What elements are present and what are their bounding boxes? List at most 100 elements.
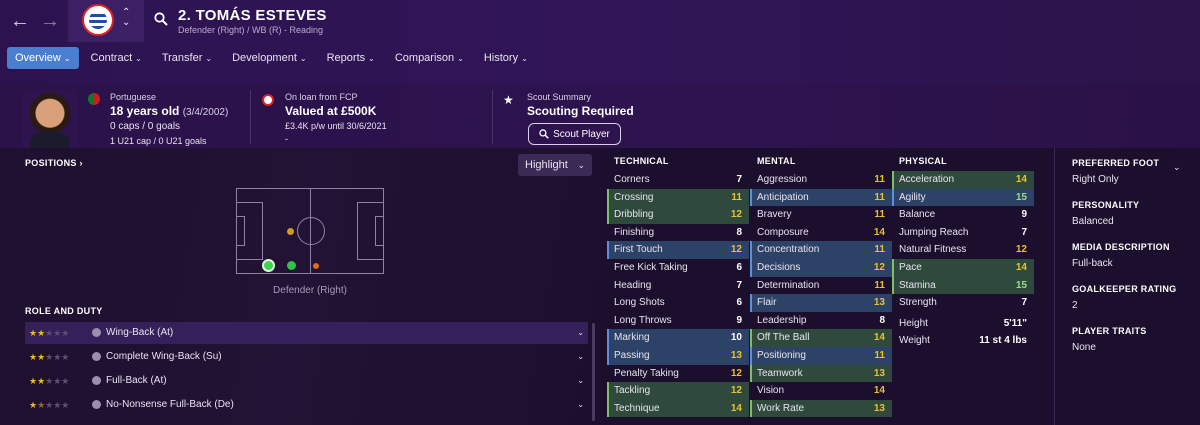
physical-column: PHYSICAL Acceleration 14 Agility 15 Balance 9… bbox=[892, 156, 1034, 350]
attribute-row[interactable]: Aggression 11 bbox=[750, 171, 892, 189]
weight-row-label: Weight bbox=[899, 335, 930, 347]
attribute-value: 7 bbox=[1021, 226, 1027, 238]
forward-arrow-icon[interactable]: → bbox=[40, 10, 60, 33]
attribute-row[interactable]: Finishing 8 bbox=[607, 224, 749, 242]
chevron-down-icon[interactable]: ⌄ bbox=[577, 370, 584, 392]
search-icon[interactable] bbox=[154, 12, 168, 26]
key-attribute-marker bbox=[750, 329, 752, 347]
attribute-row[interactable]: First Touch 12 bbox=[607, 241, 749, 259]
tab-comparison[interactable]: Comparison ⌄ bbox=[387, 47, 472, 69]
attribute-row[interactable]: Flair 13 bbox=[750, 294, 892, 312]
chevron-down-icon: ⌄ bbox=[205, 54, 213, 63]
attribute-row[interactable]: Work Rate 13 bbox=[750, 399, 892, 418]
info-icon[interactable] bbox=[92, 376, 101, 385]
attribute-value: 14 bbox=[873, 385, 885, 397]
role-row[interactable]: ★★★★★ Complete Wing-Back (Su) ⌄ bbox=[25, 346, 588, 368]
attribute-row[interactable]: Marking 10 bbox=[607, 329, 749, 347]
positions-heading[interactable]: POSITIONS › bbox=[25, 158, 83, 168]
role-row[interactable]: ★★★★★ Full-Back (At) ⌄ bbox=[25, 370, 588, 392]
attribute-value: 14 bbox=[1015, 174, 1027, 185]
scrollbar[interactable] bbox=[592, 323, 595, 421]
attribute-row[interactable]: Teamwork 13 bbox=[750, 364, 892, 383]
scout-player-button[interactable]: Scout Player bbox=[528, 123, 621, 145]
attribute-row[interactable]: Free Kick Taking 6 bbox=[607, 259, 749, 277]
attribute-row[interactable]: Leadership 8 bbox=[750, 312, 892, 330]
attribute-row[interactable]: Anticipation 11 bbox=[750, 188, 892, 207]
player-value: Valued at £500K bbox=[285, 104, 377, 118]
personality-value: Balanced bbox=[1072, 216, 1114, 227]
personality-block: PERSONALITY Balanced bbox=[1072, 200, 1139, 227]
chevron-down-icon: ⌄ bbox=[135, 54, 142, 63]
attribute-row[interactable]: Passing 13 bbox=[607, 346, 749, 365]
attribute-name: Crossing bbox=[614, 191, 654, 203]
attribute-row[interactable]: Bravery 11 bbox=[750, 206, 892, 224]
tab-history[interactable]: History ⌄ bbox=[476, 47, 536, 69]
age: 18 years old (3/4/2002) bbox=[110, 104, 228, 118]
attribute-row[interactable]: Vision 14 bbox=[750, 382, 892, 400]
attribute-row[interactable]: Concentration 11 bbox=[750, 241, 892, 259]
attribute-name: First Touch bbox=[614, 244, 663, 256]
tab-label: Comparison bbox=[394, 52, 455, 64]
attribute-row[interactable]: Agility 15 bbox=[892, 188, 1034, 207]
tab-reports[interactable]: Reports ⌄ bbox=[319, 47, 383, 69]
back-arrow-icon[interactable]: ← bbox=[10, 10, 30, 33]
tab-overview[interactable]: Overview ⌄ bbox=[7, 47, 79, 69]
attribute-row[interactable]: Jumping Reach 7 bbox=[892, 224, 1034, 242]
attribute-value: 11 bbox=[874, 244, 885, 256]
player-name: 2. TOMÁS ESTEVES bbox=[178, 7, 327, 24]
attribute-row[interactable]: Off The Ball 14 bbox=[750, 329, 892, 347]
attribute-name: Marking bbox=[614, 332, 650, 344]
attribute-value: 13 bbox=[873, 367, 885, 379]
attribute-row[interactable]: Dribbling 12 bbox=[607, 206, 749, 224]
attribute-row[interactable]: Technique 14 bbox=[607, 399, 749, 418]
chevron-down-icon[interactable]: ⌄ bbox=[1173, 162, 1181, 173]
attribute-row[interactable]: Tackling 12 bbox=[607, 382, 749, 400]
tab-contract[interactable]: Contract ⌄ bbox=[83, 47, 150, 69]
key-attribute-marker bbox=[607, 329, 609, 347]
attribute-value: 14 bbox=[1015, 261, 1027, 273]
attribute-row[interactable]: Determination 11 bbox=[750, 277, 892, 295]
attribute-row[interactable]: Composure 14 bbox=[750, 224, 892, 242]
role-row[interactable]: ★★★★★ No-Nonsense Full-Back (De) ⌄ bbox=[25, 394, 588, 416]
attribute-row[interactable]: Positioning 11 bbox=[750, 346, 892, 365]
attribute-row[interactable]: Strength 7 bbox=[892, 294, 1034, 312]
club-selector[interactable]: ⌃ ⌄ bbox=[68, 0, 144, 42]
attribute-row[interactable]: Pace 14 bbox=[892, 258, 1034, 277]
chevron-down-icon[interactable]: ⌄ bbox=[577, 322, 584, 344]
divider bbox=[492, 90, 493, 144]
role-row[interactable]: ★★★★★ Wing-Back (At) ⌄ bbox=[25, 322, 588, 344]
chevron-down-icon[interactable]: ⌄ bbox=[577, 346, 584, 368]
portugal-flag-icon bbox=[88, 93, 100, 105]
attribute-value: 7 bbox=[1021, 297, 1027, 309]
attribute-row[interactable]: Long Throws 9 bbox=[607, 312, 749, 330]
attribute-row[interactable]: Decisions 12 bbox=[750, 258, 892, 277]
positions-label: POSITIONS bbox=[25, 158, 77, 168]
attribute-row[interactable]: Stamina 15 bbox=[892, 276, 1034, 295]
attribute-row[interactable]: Crossing 11 bbox=[607, 188, 749, 207]
unconvincing-position-marker bbox=[287, 228, 294, 235]
age-value: 18 years old bbox=[110, 104, 180, 118]
goalkeeper-rating-value: 2 bbox=[1072, 300, 1078, 311]
attribute-value: 14 bbox=[730, 402, 742, 414]
tab-transfer[interactable]: Transfer ⌄ bbox=[154, 47, 220, 69]
attribute-value: 15 bbox=[1015, 279, 1027, 291]
info-icon[interactable] bbox=[92, 400, 101, 409]
key-attribute-marker bbox=[892, 258, 894, 277]
goalkeeper-rating-block: GOALKEEPER RATING 2 bbox=[1072, 284, 1176, 311]
attribute-row[interactable]: Long Shots 6 bbox=[607, 294, 749, 312]
attribute-row[interactable]: Acceleration 14 bbox=[892, 171, 1034, 189]
attribute-row[interactable]: Corners 7 bbox=[607, 171, 749, 189]
loan-status[interactable]: On loan from FCP bbox=[285, 92, 358, 102]
info-icon[interactable] bbox=[92, 352, 101, 361]
highlight-dropdown[interactable]: Highlight ⌄ bbox=[518, 154, 592, 176]
attribute-row[interactable]: Balance 9 bbox=[892, 206, 1034, 224]
attribute-row[interactable]: Natural Fitness 12 bbox=[892, 241, 1034, 259]
attribute-row[interactable]: Penalty Taking 12 bbox=[607, 365, 749, 383]
tab-development[interactable]: Development ⌄ bbox=[224, 47, 315, 69]
info-icon[interactable] bbox=[92, 328, 101, 337]
divider bbox=[250, 90, 251, 144]
attribute-row[interactable]: Heading 7 bbox=[607, 277, 749, 295]
preferred-foot-label: PREFERRED FOOT bbox=[1072, 158, 1160, 168]
up-down-chevron-icon[interactable]: ⌃ ⌄ bbox=[122, 8, 130, 28]
chevron-down-icon[interactable]: ⌄ bbox=[577, 394, 584, 416]
